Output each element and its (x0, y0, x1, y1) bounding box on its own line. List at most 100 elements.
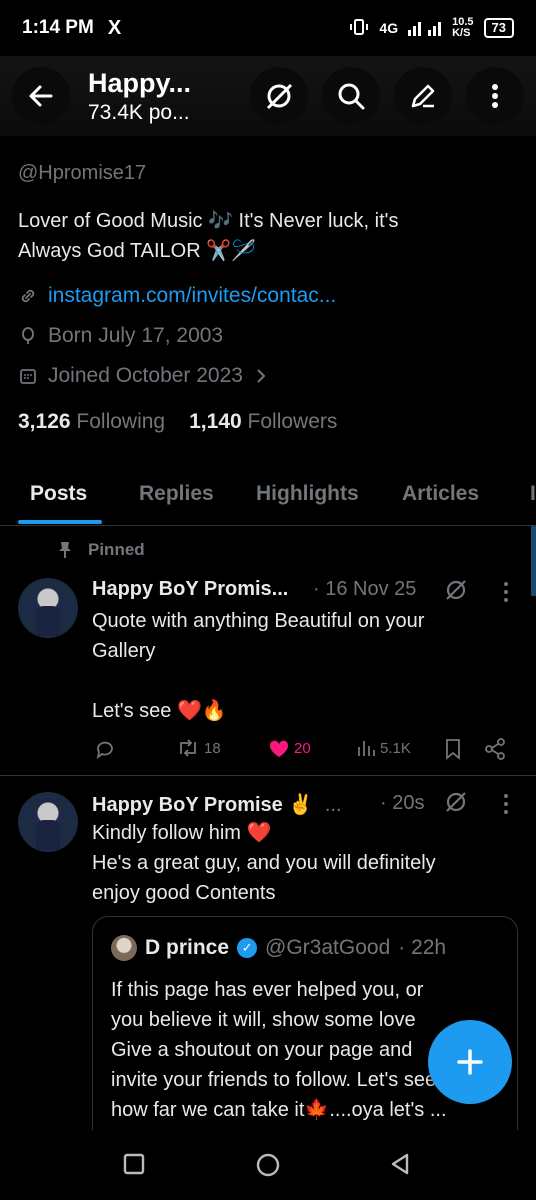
quoted-author-name: D prince (145, 936, 230, 959)
quoted-text-line: If this page has ever helped you, or (111, 979, 424, 1001)
retweet-count: 18 (204, 739, 221, 757)
post-text-line: enjoy good Contents (92, 882, 276, 904)
reply-button[interactable] (94, 738, 116, 760)
active-tab-indicator (18, 520, 102, 524)
header-post-count: 73.4K po... (88, 100, 190, 124)
views-count: 5.1K (380, 739, 411, 757)
avatar[interactable] (18, 792, 78, 852)
plus-icon (457, 1049, 483, 1075)
tab-replies[interactable]: Replies (139, 482, 214, 506)
header-name: Happy... (88, 67, 192, 98)
back-arrow-icon (29, 85, 53, 107)
profile-born: Born July 17, 2003 (48, 324, 224, 347)
following-count: 3,126 (18, 410, 71, 433)
profile-born-row: Born July 17, 2003 (18, 324, 223, 348)
bio-line: Lover of Good Music 🎶 It's Never luck, i… (18, 210, 399, 232)
quoted-author-handle: @Gr3atGood (265, 936, 391, 959)
back-button[interactable] (12, 67, 70, 125)
tab-more-clipped[interactable]: I (530, 482, 536, 506)
tab-highlights[interactable]: Highlights (256, 482, 359, 506)
grok-button[interactable] (250, 67, 308, 125)
tab-posts[interactable]: Posts (30, 482, 87, 506)
profile-link[interactable]: instagram.com/invites/contac... (48, 284, 336, 308)
grok-icon (266, 83, 293, 110)
profile-link-row: instagram.com/invites/contac... (18, 284, 336, 308)
bio-line: Always God TAILOR ✂️🪡 (18, 240, 257, 262)
post-text-line: Quote with anything Beautiful on your (92, 610, 425, 632)
profile-joined-row[interactable]: Joined October 2023 (18, 364, 269, 388)
scrollbar[interactable] (531, 526, 536, 596)
reply-icon (96, 741, 113, 760)
circle-icon (256, 1153, 280, 1177)
post-author-name[interactable]: Happy BoY Promis... (92, 578, 288, 601)
more-vertical-icon (492, 84, 498, 108)
status-icons: 4G 10.5 K/S 73 (349, 17, 514, 40)
profile-handle: @Hpromise17 (18, 162, 147, 184)
post-date[interactable]: · 16 Nov 25 (313, 578, 416, 601)
pin-icon (59, 542, 71, 558)
recents-button[interactable] (122, 1152, 146, 1181)
post-text-line: Gallery (92, 640, 156, 662)
balloon-icon (22, 327, 34, 344)
post-author-name[interactable]: Happy BoY Promise ✌️ ... (92, 792, 342, 817)
followers-link[interactable]: 1,140 Followers (189, 410, 337, 434)
compose-button[interactable] (394, 67, 452, 125)
vibrate-icon (349, 17, 369, 40)
retweet-button[interactable]: 18 (176, 738, 221, 758)
battery-indicator: 73 (483, 18, 514, 38)
tab-articles[interactable]: Articles (402, 482, 479, 506)
heart-filled-icon (269, 740, 289, 757)
avatar (111, 935, 137, 961)
post-author-name-text: Happy BoY Promise ✌️ (92, 794, 314, 816)
header-actions (250, 67, 524, 125)
profile-tabs: Posts Replies Highlights Articles I (0, 460, 536, 526)
post-divider (0, 775, 536, 776)
triangle-back-icon (391, 1153, 409, 1175)
retweet-icon (180, 739, 196, 757)
post-text: Quote with anything Beautiful on your Ga… (92, 606, 512, 726)
avatar[interactable] (18, 578, 78, 638)
square-icon (123, 1153, 145, 1175)
chevron-right-icon (257, 369, 266, 383)
follow-counts: 3,126 Following 1,140 Followers (18, 410, 337, 434)
following-label: Following (76, 410, 166, 433)
quoted-post-date: · 22h (398, 936, 447, 959)
like-count: 20 (294, 739, 311, 757)
pinned-indicator: Pinned (56, 540, 145, 560)
post-date[interactable]: · 20s (380, 792, 424, 815)
views-button[interactable]: 5.1K (356, 738, 411, 758)
post-text-line: Let's see ❤️🔥 (92, 700, 227, 722)
post-text: Kindly follow him ❤️ He's a great guy, a… (92, 818, 512, 908)
calendar-icon (20, 369, 36, 384)
search-button[interactable] (322, 67, 380, 125)
like-button[interactable]: 20 (268, 738, 311, 758)
post-author-ellipsis: ... (324, 794, 342, 816)
followers-label: Followers (247, 410, 338, 433)
more-options-button[interactable] (466, 67, 524, 125)
grok-icon[interactable] (444, 790, 468, 814)
share-button[interactable] (484, 738, 506, 760)
post-text-spacer (92, 666, 512, 696)
profile-bio: Lover of Good Music 🎶 It's Never luck, i… (18, 206, 518, 266)
home-button[interactable] (255, 1152, 281, 1183)
pinned-label: Pinned (88, 540, 145, 559)
search-icon (338, 83, 365, 110)
bookmark-icon (446, 739, 460, 760)
following-link[interactable]: 3,126 Following (18, 410, 165, 434)
header-titles: Happy... 73.4K po... (88, 68, 216, 125)
status-time: 1:14 PM (22, 17, 94, 38)
share-icon (485, 738, 505, 760)
system-navigation-bar (0, 1130, 536, 1200)
more-vertical-icon[interactable] (496, 792, 516, 816)
status-bar: 1:14 PM X 4G 10.5 K/S 73 (0, 0, 536, 56)
x-app-icon: X (107, 16, 122, 39)
more-vertical-icon[interactable] (496, 580, 516, 604)
compose-post-button[interactable] (428, 1020, 512, 1104)
post-text-line: Kindly follow him ❤️ (92, 822, 272, 844)
quoted-post-header: D prince ✓ @Gr3atGood · 22h (111, 935, 446, 961)
bookmark-button[interactable] (444, 738, 462, 760)
network-speed: 10.5 K/S (452, 16, 474, 39)
system-back-button[interactable] (388, 1152, 412, 1181)
grok-icon[interactable] (444, 578, 468, 602)
quoted-text-line: how far we can take it🍁....oya let's ... (111, 1099, 447, 1121)
